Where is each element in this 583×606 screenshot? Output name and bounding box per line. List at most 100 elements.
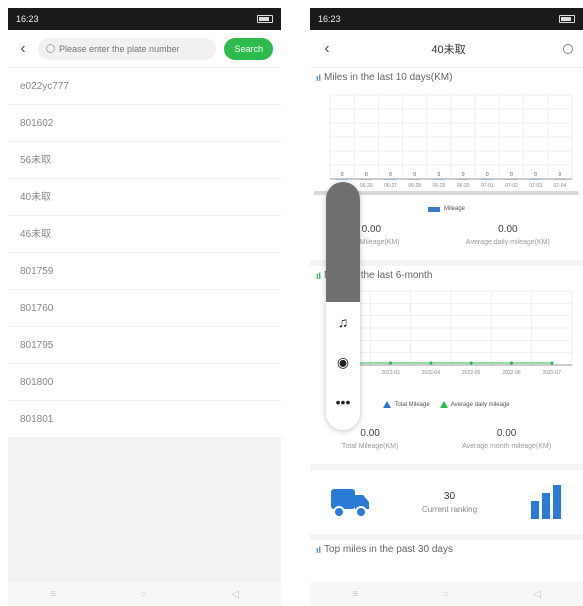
bar [408,179,421,180]
plate-list-item[interactable]: 56未取 [8,142,281,179]
right-phone-screen: 16:23 ‹ 40未取 ıl Miles in the last 10 day… [310,8,583,606]
status-time: 16:23 [318,14,341,24]
x-tick-label: 2022-04 [422,370,441,376]
empty-area [8,438,281,606]
stat-avg-daily: 0.00 Average daily mileage(KM) [465,224,550,246]
bar [360,179,373,180]
page-title: 40未取 [431,43,466,56]
status-time: 16:23 [16,14,39,24]
search-bar: ‹ Search [8,30,281,68]
search-icon[interactable] [563,43,573,54]
bar [336,179,349,180]
data-label: 0 [365,172,368,178]
stat-total-mileage-2: 0.00 Total Mileage(KM) [341,428,399,450]
x-tick-label: 06-29 [433,183,446,189]
data-label: 0 [389,172,392,178]
x-tick-label: 07-04 [554,183,567,189]
home-icon[interactable]: ○ [443,589,449,600]
x-tick-label: 2022-05 [462,370,481,376]
stat-avg-monthly: 0.00 Average month mileage(KM) [462,428,552,450]
battery-icon [559,15,575,23]
ranking-panel: 30 Current ranking [310,464,583,534]
floating-toolbar: ♫ ◉ ••• [326,182,360,430]
music-note-icon[interactable]: ♫ [326,302,360,342]
eye-icon[interactable]: ◉ [326,342,360,382]
section-title-10-days: ıl Miles in the last 10 days(KM) [316,72,453,83]
bar [553,179,566,180]
ranking-info: 30 Current ranking [422,491,477,514]
left-phone-screen: 16:23 ‹ Search e022yc777 801602 56未取 40未… [8,8,281,606]
data-point [510,361,513,365]
plate-list: e022yc777 801602 56未取 40未取 46未取 801759 8… [8,68,281,438]
data-label: 0 [534,172,537,178]
plate-list-item[interactable]: 46未取 [8,216,281,253]
menu-icon[interactable]: ≡ [352,589,358,600]
search-button[interactable]: Search [224,37,273,60]
x-tick-label: 2022-07 [543,370,562,376]
x-tick-label: 2022-06 [502,370,521,376]
battery-icon [257,15,273,23]
bar-chart-icon: ıl [316,72,322,83]
back-icon[interactable]: ◁ [533,589,541,600]
x-tick-label: 06-27 [384,183,397,189]
bar [505,179,518,180]
system-nav-bar: ≡ ○ ◁ [8,582,281,606]
data-point [389,361,392,365]
plate-list-item[interactable]: 801801 [8,401,281,438]
status-bar: 16:23 [8,8,281,30]
plate-list-item[interactable]: 801795 [8,327,281,364]
data-label: 0 [413,172,416,178]
data-label: 0 [559,172,562,178]
x-tick-label: 06-26 [360,183,373,189]
status-bar: 16:23 [310,8,583,30]
data-label: 0 [510,172,513,178]
x-tick-label: 06-28 [408,183,421,189]
section-title-30-days: ıl Top miles in the past 30 days [310,534,583,559]
x-tick-label: 2022-03 [381,370,400,376]
bar [529,179,542,180]
search-icon [46,44,55,53]
data-label: 0 [462,172,465,178]
legend-mileage: Mileage [443,206,465,212]
home-icon[interactable]: ○ [141,589,147,600]
data-point [550,361,554,365]
plate-list-item[interactable]: e022yc777 [8,68,281,105]
chart-10-days-svg: 006-25006-26006-27006-28006-29006-30007-… [314,94,579,195]
ranking-label: Current ranking [421,504,478,514]
legend-swatch [427,206,440,212]
search-field[interactable] [38,37,217,60]
data-label: 0 [438,172,441,178]
bar [432,179,445,180]
plate-list-item[interactable]: 40未取 [8,179,281,216]
ranking-value: 30 [443,490,456,502]
legend-total-mileage: Total Mileage [383,401,430,408]
x-tick-label: 07-01 [481,183,494,189]
system-nav-bar: ≡ ○ ◁ [310,582,583,606]
data-label: 0 [486,172,489,178]
data-point [469,361,473,365]
floating-toolbar-handle[interactable] [326,182,360,302]
bar [481,179,494,180]
more-icon[interactable]: ••• [326,382,360,422]
data-point [429,361,433,365]
truck-icon [331,489,369,518]
bar-chart-icon: ıl [316,270,322,281]
x-tick-label: 07-02 [505,183,518,189]
legend-avg-daily: Average daily mileage [439,401,510,408]
back-arrow-icon[interactable]: ‹ [16,40,30,58]
x-tick-label: 06-30 [457,183,470,189]
bar [384,179,397,180]
plate-list-item[interactable]: 801602 [8,105,281,142]
bar-chart-icon[interactable] [529,485,563,519]
menu-icon[interactable]: ≡ [50,589,56,600]
bar [457,179,470,180]
back-icon[interactable]: ◁ [231,589,239,600]
plate-list-item[interactable]: 801759 [8,253,281,290]
plate-list-item[interactable]: 801800 [8,364,281,401]
data-label: 0 [341,172,344,178]
back-arrow-icon[interactable]: ‹ [320,40,334,58]
plate-list-item[interactable]: 801760 [8,290,281,327]
x-tick-label: 07-03 [529,183,542,189]
plate-search-input[interactable] [59,43,209,54]
bar-chart-icon: ıl [316,544,322,555]
